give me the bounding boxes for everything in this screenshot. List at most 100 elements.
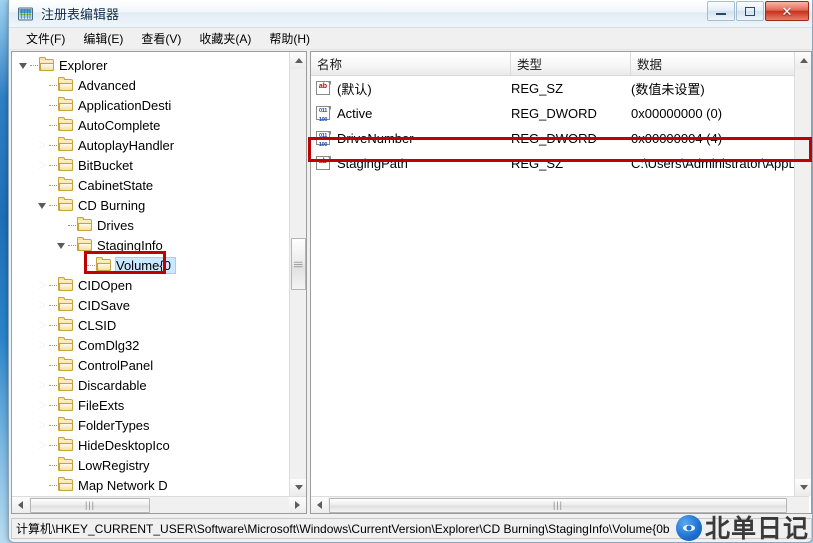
tree-scroll-right-button[interactable] bbox=[289, 496, 306, 513]
tree-item[interactable]: BitBucket bbox=[12, 155, 230, 175]
tree-item[interactable]: CIDSave bbox=[12, 295, 230, 315]
status-bar-path: 计算机\HKEY_CURRENT_USER\Software\Microsoft… bbox=[16, 522, 670, 536]
close-icon: ✕ bbox=[781, 3, 793, 19]
folder-icon bbox=[58, 316, 74, 332]
expander-open-icon[interactable] bbox=[35, 195, 49, 215]
tree-scroll-up-button[interactable] bbox=[290, 52, 306, 69]
list-scroll-up-button[interactable] bbox=[795, 52, 811, 69]
grip-icon: ||| bbox=[84, 499, 95, 510]
value-name-cell: 011 100 DriveNumber bbox=[311, 131, 511, 148]
tree-horizontal-scrollbar[interactable]: ||| bbox=[12, 496, 306, 513]
list-horizontal-scrollbar[interactable]: ||| bbox=[311, 496, 809, 513]
tree-connector-line bbox=[49, 364, 57, 366]
triangle-right-icon bbox=[38, 140, 45, 150]
value-row[interactable]: 011 100 Active REG_DWORD 0x00000000 (0) bbox=[311, 101, 811, 126]
tree-item[interactable]: ControlPanel bbox=[12, 355, 230, 375]
tree-item[interactable]: Explorer bbox=[12, 55, 230, 75]
expander-open-icon[interactable] bbox=[54, 235, 68, 255]
tree-item[interactable]: Drives bbox=[12, 215, 230, 235]
tree-item[interactable]: Volume{0 bbox=[12, 255, 230, 275]
menu-view[interactable]: 查看(V) bbox=[132, 28, 190, 49]
tree-scroll-left-button[interactable] bbox=[12, 496, 29, 513]
expander-closed-icon[interactable] bbox=[35, 155, 49, 175]
expander-closed-icon[interactable] bbox=[35, 295, 49, 315]
list-vertical-scrollbar[interactable] bbox=[794, 52, 811, 496]
tree-item[interactable]: Advanced bbox=[12, 75, 230, 95]
value-data: 0x00000004 (4) bbox=[631, 131, 723, 146]
tree-item[interactable]: ComDlg32 bbox=[12, 335, 230, 355]
tree-item[interactable]: LowRegistry bbox=[12, 455, 230, 475]
tree-scroll-thumb[interactable]: ||| bbox=[291, 238, 306, 290]
folder-icon bbox=[58, 356, 74, 372]
folder-icon bbox=[39, 56, 55, 72]
expander-closed-icon[interactable] bbox=[35, 395, 49, 415]
value-row[interactable]: ab (默认) REG_SZ (数值未设置) bbox=[311, 76, 811, 101]
tree-connector-line bbox=[49, 464, 57, 466]
tree-item[interactable]: AutoplayHandler bbox=[12, 135, 230, 155]
grip-icon: ||| bbox=[552, 499, 563, 510]
menu-help[interactable]: 帮助(H) bbox=[260, 28, 319, 49]
tree-item-label: StagingInfo bbox=[97, 237, 163, 253]
menu-file[interactable]: 文件(F) bbox=[17, 28, 74, 49]
tree-item[interactable]: CD Burning bbox=[12, 195, 230, 215]
tree-item-label: Discardable bbox=[78, 377, 147, 393]
tree-item[interactable]: CIDOpen bbox=[12, 275, 230, 295]
expander-closed-icon[interactable] bbox=[35, 135, 49, 155]
expander-closed-icon[interactable] bbox=[35, 375, 49, 395]
column-header-data[interactable]: 数据 bbox=[631, 52, 811, 75]
tree-item-label: Map Network D bbox=[78, 477, 168, 493]
folder-icon bbox=[58, 476, 74, 492]
column-header-type[interactable]: 类型 bbox=[511, 52, 631, 75]
folder-icon bbox=[58, 76, 74, 92]
expander-closed-icon[interactable] bbox=[35, 435, 49, 455]
list-scroll-down-button[interactable] bbox=[795, 479, 811, 496]
column-header-name[interactable]: 名称 bbox=[311, 52, 511, 75]
value-row[interactable]: ab StagingPath REG_SZ C:\Users\Administrato… bbox=[311, 151, 811, 176]
tree-item[interactable]: ApplicationDesti bbox=[12, 95, 230, 115]
tree-connector-line bbox=[49, 344, 57, 346]
expander-closed-icon[interactable] bbox=[35, 315, 49, 335]
tree-item[interactable]: AutoComplete bbox=[12, 115, 230, 135]
tree-item-label: CD Burning bbox=[78, 197, 146, 213]
tree-vertical-scrollbar[interactable]: ||| bbox=[289, 52, 306, 496]
tree-item[interactable]: HideDesktopIco bbox=[12, 435, 230, 455]
tree-hscroll-thumb[interactable]: ||| bbox=[30, 497, 150, 513]
value-row[interactable]: 011 100 DriveNumber REG_DWORD 0x00000004 (4) bbox=[311, 126, 811, 151]
minimize-button[interactable] bbox=[707, 1, 735, 21]
maximize-button[interactable] bbox=[736, 1, 764, 21]
tree-item[interactable]: Map Network D bbox=[12, 475, 230, 495]
list-hscroll-thumb[interactable]: ||| bbox=[329, 497, 787, 513]
tree-item[interactable]: CabinetState bbox=[12, 175, 230, 195]
tree-scroll-down-button[interactable] bbox=[290, 479, 306, 496]
value-data: C:\Users\Administrator\AppD bbox=[631, 156, 798, 171]
value-name-cell: 011 100 Active bbox=[311, 106, 511, 123]
folder-icon bbox=[58, 156, 74, 172]
folder-icon bbox=[58, 96, 74, 112]
expander-closed-icon[interactable] bbox=[35, 275, 49, 295]
list-scroll-left-button[interactable] bbox=[311, 496, 328, 513]
triangle-down-icon bbox=[57, 242, 65, 249]
tree-item[interactable]: Discardable bbox=[12, 375, 230, 395]
expander-closed-icon[interactable] bbox=[35, 335, 49, 355]
window-title: 注册表编辑器 bbox=[41, 7, 120, 22]
tree-item[interactable]: StagingInfo bbox=[12, 235, 230, 255]
registry-tree-items: Explorer Advanced ApplicationDesti AutoComp… bbox=[12, 52, 230, 495]
folder-icon bbox=[58, 176, 74, 192]
tree-item[interactable]: FileExts bbox=[12, 395, 230, 415]
tree-connector-line bbox=[49, 104, 57, 106]
value-name: (默认) bbox=[337, 82, 372, 97]
expander-open-icon[interactable] bbox=[16, 55, 30, 75]
registry-values-list[interactable]: ab (默认) REG_SZ (数值未设置) 011 100 Active REG_DWORD… bbox=[311, 76, 811, 496]
tree-item[interactable]: CLSID bbox=[12, 315, 230, 335]
close-button[interactable]: ✕ bbox=[765, 1, 809, 21]
window-controls: ✕ bbox=[707, 1, 809, 21]
triangle-down-icon bbox=[19, 62, 27, 69]
menu-favorites[interactable]: 收藏夹(A) bbox=[190, 28, 260, 49]
tree-item[interactable]: FolderTypes bbox=[12, 415, 230, 435]
expander-closed-icon[interactable] bbox=[35, 415, 49, 435]
folder-icon bbox=[58, 196, 74, 212]
menu-edit[interactable]: 编辑(E) bbox=[74, 28, 132, 49]
registry-tree[interactable]: Explorer Advanced ApplicationDesti AutoComp… bbox=[12, 52, 290, 496]
